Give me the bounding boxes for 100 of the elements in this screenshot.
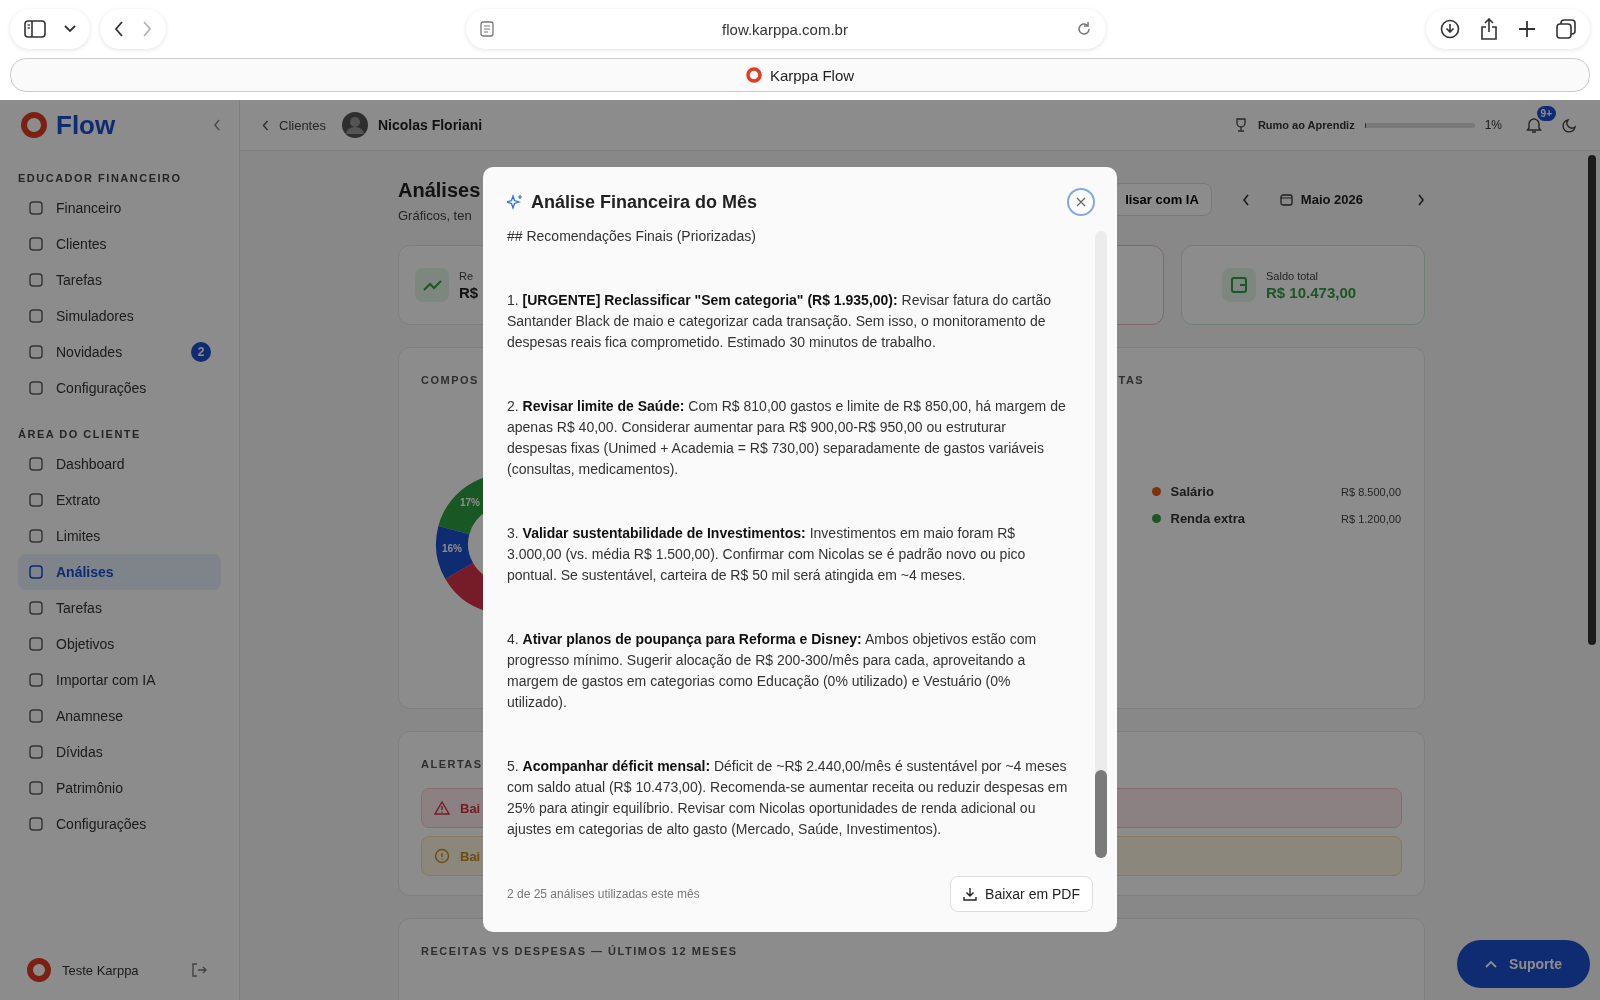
logo-text: Flow xyxy=(56,109,116,141)
sidebar-item[interactable]: Configurações xyxy=(18,370,221,406)
square-icon xyxy=(28,780,44,796)
level-label: Rumo ao Aprendiz xyxy=(1257,119,1355,131)
moon-icon[interactable] xyxy=(1562,117,1578,133)
info-icon xyxy=(434,848,450,864)
download-pdf-button[interactable]: Baixar em PDF xyxy=(950,876,1093,912)
sidebar-item[interactable]: Tarefas xyxy=(18,590,221,626)
warning-icon xyxy=(434,801,450,815)
square-icon xyxy=(28,708,44,724)
legend-label: Renda extra xyxy=(1170,511,1245,526)
sidebar-item[interactable]: Limites xyxy=(18,518,221,554)
page-icon xyxy=(480,21,494,37)
section-title: ÁREA DO CLIENTE xyxy=(18,428,142,440)
scrollbar-thumb[interactable] xyxy=(1095,770,1107,858)
recommendation-paragraph: 4. Ativar planos de poupança para Reforma e Disney: Ambos objetivos estão com progresso mínimo. Sugerir alocação de R$ 200-300/mês para cada, aproveitando a margem de gastos em categorias como Educação (0% utilizado) e Vestuário (0% utilizado). xyxy=(507,630,1038,712)
sidebar-item[interactable]: Dívidas xyxy=(18,734,221,770)
sidebar-item[interactable]: Novidades 2 xyxy=(18,334,221,370)
square-icon xyxy=(28,600,44,616)
stat-label: Re xyxy=(459,269,475,282)
sidebar-item[interactable]: Análises xyxy=(18,554,221,590)
chevron-left-icon[interactable] xyxy=(262,119,269,131)
square-icon xyxy=(28,344,44,360)
back-icon[interactable] xyxy=(114,21,124,37)
square-icon xyxy=(28,380,44,396)
square-icon xyxy=(28,308,44,324)
legend-value: R$ 8.500,00 xyxy=(1341,485,1401,498)
square-icon xyxy=(28,528,44,544)
bell-icon[interactable] xyxy=(1526,116,1542,134)
recommendation-paragraph: 2. Revisar limite de Saúde: Com R$ 810,00 gastos e limite de R$ 850,00, há margem de apenas R$ 40,00. Considerar aumentar para R$ 900,00-R$ 950,00 ou estruturar despesas fixas (Unimed + Academia = R$ 730,00) separadamente de gastos variáveis (consultas, medicamentos). xyxy=(507,397,1067,479)
sidebar-item[interactable]: Anamnese xyxy=(18,698,221,734)
sidebar-item[interactable]: Tarefas xyxy=(18,262,221,298)
sidebar-item[interactable]: Importar com IA xyxy=(18,662,221,698)
collapse-icon[interactable] xyxy=(213,119,221,131)
calendar-icon xyxy=(1279,193,1293,206)
notification-badge: 9+ xyxy=(1536,106,1556,121)
stat-value: R$ 10.473,00 xyxy=(1266,283,1357,301)
next-month-icon[interactable] xyxy=(1417,193,1425,206)
trophy-icon xyxy=(1233,118,1248,132)
stat-label: Saldo total xyxy=(1266,269,1319,282)
modal-title: Análise Financeira do Mês xyxy=(531,191,758,213)
square-icon xyxy=(28,456,44,472)
chart-title: RECEITAS VS DESPESAS — ÚLTIMOS 12 MESES xyxy=(421,945,738,957)
percent-label: 17% xyxy=(460,497,480,508)
url-text: flow.karppa.com.br xyxy=(721,20,849,38)
tabs-icon[interactable] xyxy=(1556,19,1576,39)
square-icon xyxy=(28,564,44,580)
sidebar-item[interactable]: Dashboard xyxy=(18,446,221,482)
chart-title: COMPOS xyxy=(421,374,479,386)
recommendation-paragraph: 3. Validar sustentabilidade de Investimentos: Investimentos em maio foram R$ 3.000,00 (vs. média R$ 1.500,00). Confirmar com Nicolas se é padrão novo ou pico pontual. Se sustentável, carteira de R$ 50 mil será atingida em ~4 meses. xyxy=(507,524,1027,585)
legend-label: Salário xyxy=(1170,484,1214,499)
sidebar-item[interactable]: Clientes xyxy=(18,226,221,262)
download-icon xyxy=(963,887,978,901)
square-icon xyxy=(28,672,44,688)
square-icon xyxy=(28,200,44,216)
sidebar-item[interactable]: Patrimônio xyxy=(18,770,221,806)
legend-value: R$ 1.200,00 xyxy=(1341,512,1401,525)
sidebar-toggle-icon[interactable] xyxy=(24,20,46,38)
wallet-icon xyxy=(1222,268,1256,302)
page-subtitle: Gráficos, ten xyxy=(398,208,473,223)
square-icon xyxy=(28,492,44,508)
share-icon[interactable] xyxy=(1480,18,1498,40)
download-icon[interactable] xyxy=(1440,19,1460,39)
sidebar-item[interactable]: Configurações xyxy=(18,806,221,842)
user-name: Teste Karppa xyxy=(62,962,139,978)
section-title: EDUCADOR FINANCEIRO xyxy=(18,172,183,184)
reload-icon[interactable] xyxy=(1076,21,1092,37)
logout-icon[interactable] xyxy=(191,962,207,978)
square-icon xyxy=(28,744,44,760)
square-icon xyxy=(28,816,44,832)
client-name: Nicolas Floriani xyxy=(377,117,483,133)
back-link[interactable]: Clientes xyxy=(279,117,326,133)
close-icon xyxy=(1076,197,1086,207)
sparkle-icon xyxy=(507,194,523,210)
progress-reading: 1% xyxy=(1484,118,1502,132)
address-bar[interactable]: flow.karppa.com.br xyxy=(466,9,1106,49)
browser-tab[interactable]: Karppa Flow xyxy=(10,58,1590,92)
plus-icon[interactable] xyxy=(1518,20,1536,38)
chart-title: TAS xyxy=(1118,374,1145,386)
recommendation-paragraph: 1. [URGENTE] Reclassificar "Sem categoria" (R$ 1.935,00): Revisar fatura do cartão Santander Black de maio e categorizar cada transação. Sem isso, o monitoramento de despesas reais fica comprometido. Estimado 30 minutos de trabalho. xyxy=(507,291,1052,352)
square-icon xyxy=(28,236,44,252)
section-heading: ## Recomendações Finais (Priorizadas) xyxy=(507,227,757,246)
close-button[interactable] xyxy=(1067,188,1095,216)
count-badge: 2 xyxy=(191,342,211,362)
stat-value: R$ xyxy=(459,283,479,301)
previous-month-icon[interactable] xyxy=(1241,193,1250,206)
sidebar-item[interactable]: Objetivos xyxy=(18,626,221,662)
avatar-icon xyxy=(341,112,368,138)
percent-label: 16% xyxy=(442,543,462,554)
avatar-icon xyxy=(26,957,52,983)
usage-text: 2 de 25 análises utilizadas este mês xyxy=(507,887,700,901)
caret-up-icon xyxy=(1485,960,1498,968)
sidebar-item[interactable]: Simuladores xyxy=(18,298,221,334)
sidebar-item[interactable]: Extrato xyxy=(18,482,221,518)
scrollbar[interactable] xyxy=(1588,155,1596,645)
square-icon xyxy=(28,636,44,652)
month-picker[interactable]: Maio 2026 xyxy=(1279,192,1363,207)
sidebar-item[interactable]: Financeiro xyxy=(18,190,221,226)
support-button[interactable]: Suporte xyxy=(1457,940,1590,988)
chevron-down-icon[interactable] xyxy=(64,25,76,33)
